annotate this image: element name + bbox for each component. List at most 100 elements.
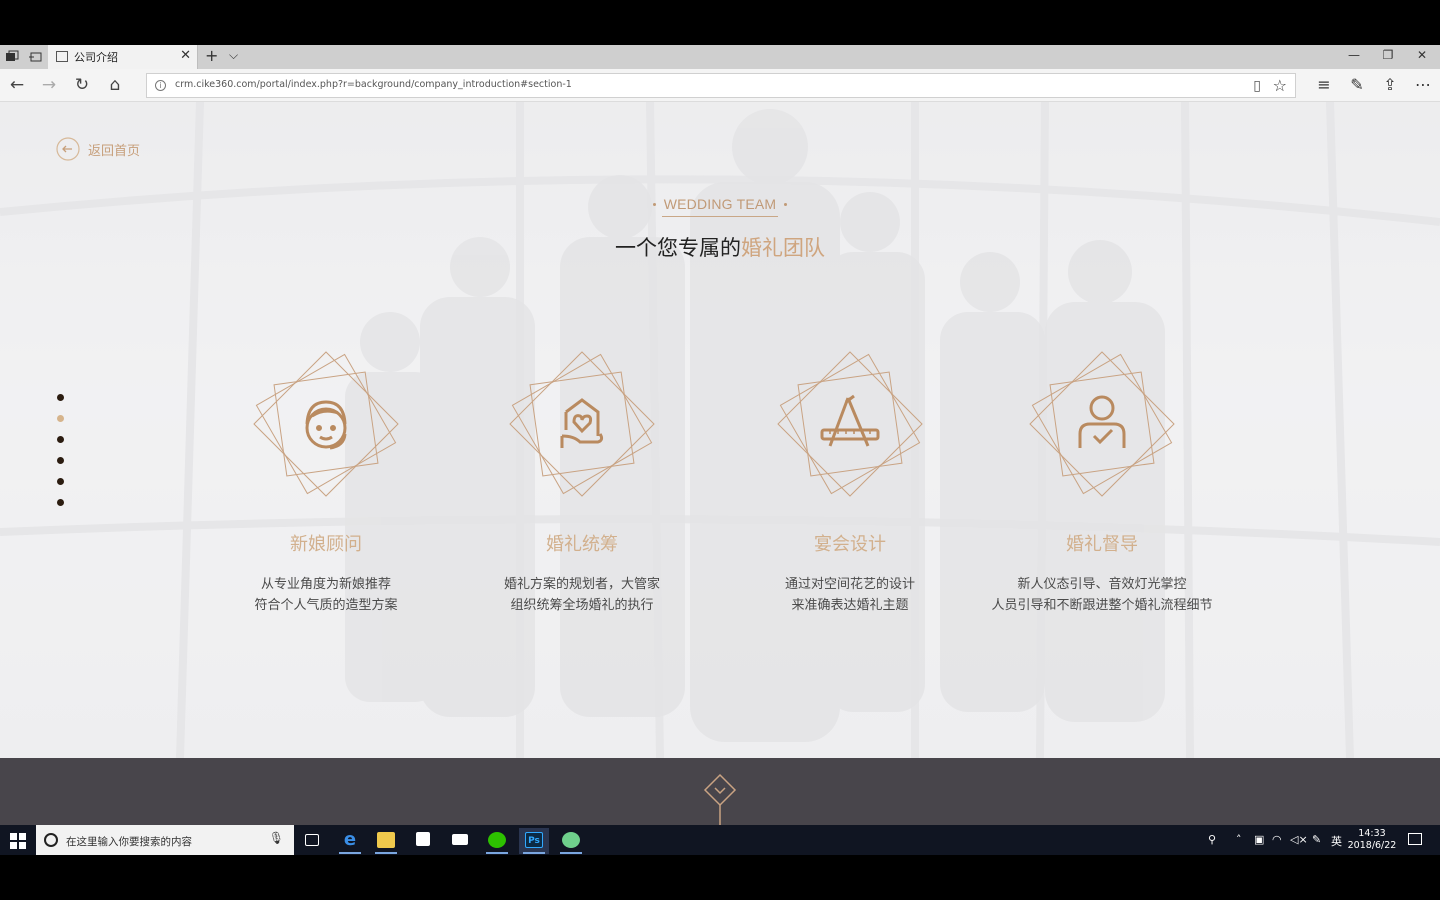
design-tools-icon bbox=[820, 394, 880, 447]
favorites-hub-icon[interactable]: ≡ bbox=[1313, 75, 1335, 94]
pager-dot-3[interactable] bbox=[57, 436, 64, 443]
share-icon[interactable]: ⇪ bbox=[1379, 75, 1401, 94]
new-tab-button[interactable]: + bbox=[205, 46, 218, 65]
set-aside-tabs-icon[interactable] bbox=[28, 49, 44, 65]
browser-tab-strip: 公司介绍 ✕ + ⌵ — ❐ ✕ bbox=[0, 45, 1440, 69]
other-app[interactable] bbox=[556, 828, 586, 854]
cortana-icon bbox=[44, 833, 58, 847]
section-tag-underline bbox=[662, 216, 778, 217]
wedding-planning-emblem bbox=[509, 351, 655, 497]
taskbar-search-input[interactable]: 在这里输入你要搜索的内容 🎙 bbox=[36, 825, 294, 855]
store-app[interactable] bbox=[408, 828, 438, 854]
reading-view-icon[interactable]: ▯ bbox=[1253, 78, 1261, 94]
company-intro-page: 返回首页 WEDDING TEAM 一个您专属的婚礼团队 新娘顾问 从专业角度为… bbox=[0, 102, 1440, 758]
microphone-icon[interactable]: 🎙 bbox=[269, 831, 284, 845]
forward-button[interactable]: → bbox=[38, 75, 60, 97]
taskbar-clock[interactable]: 14:33 2018/6/22 bbox=[1344, 828, 1400, 852]
feature-desc-line1: 新人仪态引导、音效灯光掌控 bbox=[1017, 577, 1187, 592]
pen-icon[interactable]: ✎ bbox=[1312, 833, 1321, 846]
app-running-indicator bbox=[523, 852, 545, 854]
edge-app[interactable]: e bbox=[335, 828, 365, 854]
title-accent: 婚礼团队 bbox=[741, 236, 825, 260]
minimize-button[interactable]: — bbox=[1344, 48, 1364, 62]
user-check-icon bbox=[1078, 395, 1126, 448]
customer-service-icon bbox=[305, 400, 347, 450]
windows-taskbar: 在这里输入你要搜索的内容 🎙 e Ps ⚲ ˄ ▣ ◠ ◁× ✎ 英 14:33… bbox=[0, 825, 1440, 855]
pager-dot-1[interactable] bbox=[57, 394, 64, 401]
mail-icon bbox=[452, 834, 468, 845]
photoshop-icon: Ps bbox=[525, 832, 543, 848]
pager-dot-4[interactable] bbox=[57, 457, 64, 464]
heart-hand-icon bbox=[560, 398, 604, 448]
tab-company-intro[interactable]: 公司介绍 ✕ bbox=[48, 45, 198, 69]
people-icon[interactable]: ⚲ bbox=[1208, 833, 1216, 846]
show-hidden-icons-icon[interactable]: ˄ bbox=[1236, 833, 1242, 846]
app-icon bbox=[562, 832, 580, 848]
file-explorer-app[interactable] bbox=[371, 828, 401, 854]
site-info-icon[interactable]: i bbox=[155, 80, 166, 91]
feature-title: 婚礼督导 bbox=[1066, 534, 1138, 555]
wechat-icon bbox=[488, 832, 506, 848]
page-footer-strip bbox=[0, 758, 1440, 825]
scroll-down-icon[interactable] bbox=[702, 772, 738, 825]
feature-title: 婚礼统筹 bbox=[546, 534, 618, 555]
feature-desc-line1: 婚礼方案的规划者，大管家 bbox=[503, 577, 660, 592]
tab-actions-icon[interactable] bbox=[4, 49, 20, 65]
refresh-button[interactable]: ↻ bbox=[71, 75, 93, 97]
feature-desc-line1: 从专业角度为新娘推荐 bbox=[260, 577, 391, 592]
wedding-supervisor-emblem bbox=[1029, 351, 1175, 497]
app-running-indicator bbox=[339, 852, 361, 854]
banquet-design-emblem bbox=[777, 351, 923, 497]
web-notes-icon[interactable]: ✎ bbox=[1346, 75, 1368, 94]
task-view-icon bbox=[305, 834, 319, 846]
tag-dot-left bbox=[652, 203, 656, 206]
edge-icon: e bbox=[343, 829, 357, 850]
browser-navbar: ← → ↻ ⌂ i crm.cike360.com/portal/index.p… bbox=[0, 69, 1440, 102]
section-tag: WEDDING TEAM bbox=[0, 194, 1440, 213]
back-arrow-circle-icon bbox=[56, 137, 80, 161]
store-icon bbox=[416, 832, 430, 846]
screen: 公司介绍 ✕ + ⌵ — ❐ ✕ ← → ↻ ⌂ i crm.cike360.c… bbox=[0, 0, 1440, 900]
tag-dot-right bbox=[784, 203, 788, 206]
feature-desc-line2: 人员引导和不断跟进整个婚礼流程细节 bbox=[991, 598, 1213, 613]
add-favorite-icon[interactable]: ☆ bbox=[1273, 76, 1287, 95]
section-tag-text: WEDDING TEAM bbox=[663, 196, 777, 212]
task-view-button[interactable] bbox=[297, 828, 327, 854]
back-button[interactable]: ← bbox=[6, 75, 28, 97]
feature-title: 新娘顾问 bbox=[290, 534, 362, 555]
title-plain: 一个您专属的 bbox=[615, 236, 741, 260]
volume-mute-icon[interactable]: ◁× bbox=[1290, 833, 1308, 846]
app-running-indicator bbox=[560, 852, 582, 854]
restore-button[interactable]: ❐ bbox=[1378, 48, 1398, 62]
action-center-icon[interactable] bbox=[1408, 833, 1422, 845]
tray-app-icon[interactable]: ▣ bbox=[1254, 833, 1264, 846]
more-icon[interactable]: ⋯ bbox=[1412, 75, 1434, 94]
pager-dot-2-active[interactable] bbox=[57, 415, 64, 422]
app-running-indicator bbox=[375, 852, 397, 854]
home-button[interactable]: ⌂ bbox=[104, 75, 126, 97]
page-icon bbox=[56, 51, 68, 62]
close-window-button[interactable]: ✕ bbox=[1412, 48, 1432, 62]
feature-desc-line2: 组织统筹全场婚礼的执行 bbox=[510, 598, 654, 613]
photoshop-app[interactable]: Ps bbox=[519, 828, 549, 854]
tab-title: 公司介绍 bbox=[74, 51, 118, 64]
tab-list-button[interactable]: ⌵ bbox=[229, 48, 238, 63]
clock-date: 2018/6/22 bbox=[1347, 840, 1397, 851]
feature-desc-line2: 符合个人气质的造型方案 bbox=[254, 598, 398, 613]
bride-consultant-emblem bbox=[253, 351, 399, 497]
section-title: 一个您专属的婚礼团队 bbox=[0, 232, 1440, 262]
network-icon[interactable]: ◠ bbox=[1272, 833, 1282, 846]
folder-icon bbox=[377, 832, 395, 848]
tab-close-button[interactable]: ✕ bbox=[180, 48, 191, 63]
windows-start-icon[interactable] bbox=[10, 833, 26, 849]
pager-dot-6[interactable] bbox=[57, 499, 64, 506]
clock-time: 14:33 bbox=[1358, 828, 1386, 839]
pager-dot-5[interactable] bbox=[57, 478, 64, 485]
wechat-app[interactable] bbox=[482, 828, 512, 854]
url-text[interactable]: crm.cike360.com/portal/index.php?r=backg… bbox=[175, 79, 572, 90]
mail-app[interactable] bbox=[445, 828, 475, 854]
input-method-indicator[interactable]: 英 bbox=[1331, 833, 1342, 849]
address-bar[interactable]: i crm.cike360.com/portal/index.php?r=bac… bbox=[146, 73, 1296, 98]
back-home-label: 返回首页 bbox=[88, 144, 141, 159]
taskbar-search-placeholder: 在这里输入你要搜索的内容 bbox=[66, 836, 192, 848]
